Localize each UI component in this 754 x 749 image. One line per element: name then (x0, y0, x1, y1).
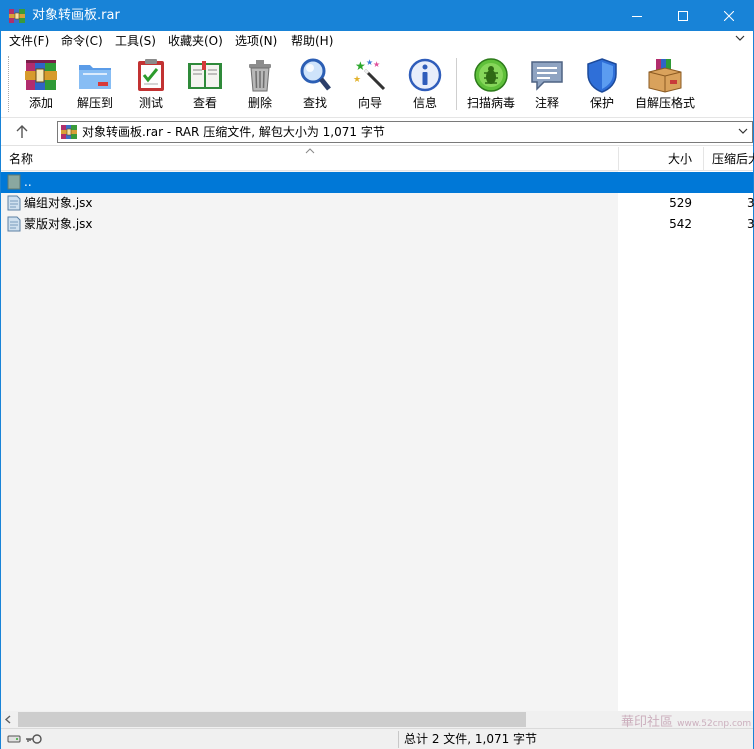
comment-label: 注释 (534, 96, 559, 110)
close-button[interactable] (706, 1, 752, 31)
svg-text:★: ★ (355, 59, 366, 73)
file-name: 蒙版对象.jsx (24, 217, 93, 231)
info-label: 信息 (412, 96, 437, 110)
menu-favorites[interactable]: 收藏夹(O) (168, 33, 223, 49)
info-button[interactable]: 信息 (403, 54, 447, 114)
file-packed-size: 3 (747, 217, 754, 231)
file-packed-size: 3 (747, 196, 754, 210)
comment-button[interactable]: 注释 (525, 54, 569, 114)
wizard-wand-icon: ★ ★ ★ ★ (353, 58, 386, 91)
magnifier-icon (300, 58, 331, 91)
shield-icon (587, 58, 617, 93)
status-summary: 总计 2 文件, 1,071 字节 (404, 732, 538, 746)
file-name: .. (24, 175, 32, 189)
column-header-size[interactable]: 大小 (618, 147, 692, 171)
menu-options[interactable]: 选项(N) (235, 33, 277, 49)
archive-path-combobox[interactable]: 对象转画板.rar - RAR 压缩文件, 解包大小为 1,071 字节 (57, 121, 753, 143)
extract-folder-icon (79, 65, 111, 89)
column-header-packed[interactable]: 压缩后大 (703, 147, 754, 171)
toolbar-separator (456, 58, 457, 110)
list-item-file[interactable]: 蒙版对象.jsx 542 3 (1, 214, 754, 235)
trash-icon (249, 60, 271, 92)
add-label: 添加 (28, 96, 53, 110)
wizard-label: 向导 (357, 96, 382, 110)
file-list-size-column-area (618, 171, 753, 711)
test-button[interactable]: 测试 (129, 54, 173, 114)
file-list: .. 编组对象.jsx 529 3 蒙版对象.jsx 542 3 (1, 171, 754, 711)
sort-ascending-icon (305, 148, 315, 154)
extract-to-button[interactable]: 解压到 (73, 54, 117, 114)
add-button[interactable]: 添加 (19, 54, 63, 114)
file-name: 编组对象.jsx (24, 196, 93, 210)
list-item-parent-folder[interactable]: .. (1, 172, 753, 193)
test-label: 测试 (138, 96, 163, 110)
svg-text:★: ★ (353, 75, 361, 85)
delete-label: 删除 (247, 96, 272, 110)
minimize-icon (632, 16, 642, 17)
find-button[interactable]: 查找 (293, 54, 337, 114)
menu-file[interactable]: 文件(F) (9, 33, 49, 49)
menu-bar: 文件(F) 命令(C) 工具(S) 收藏夹(O) 选项(N) 帮助(H) (1, 31, 753, 51)
drive-icon[interactable] (7, 733, 21, 745)
chevron-down-icon[interactable] (735, 34, 745, 42)
menu-commands[interactable]: 命令(C) (61, 33, 103, 49)
wizard-button[interactable]: ★ ★ ★ ★ 向导 (348, 54, 392, 114)
winrar-window: 对象转画板.rar 文件(F) 命令(C) 工具(S) 收藏夹(O) 选项(N)… (0, 0, 754, 749)
comment-icon (531, 61, 563, 91)
list-item-file[interactable]: 编组对象.jsx 529 3 (1, 193, 754, 214)
scroll-left-icon[interactable] (4, 715, 12, 724)
window-title: 对象转画板.rar (32, 8, 120, 23)
delete-button[interactable]: 删除 (238, 54, 282, 114)
scrollbar-thumb[interactable] (18, 712, 526, 727)
menu-tools[interactable]: 工具(S) (115, 33, 156, 49)
protect-button[interactable]: 保护 (580, 54, 624, 114)
view-book-icon (188, 61, 222, 89)
winrar-app-icon (9, 9, 25, 23)
svg-text:★: ★ (373, 60, 380, 69)
address-bar: 对象转画板.rar - RAR 压缩文件, 解包大小为 1,071 字节 (1, 118, 753, 146)
title-bar[interactable]: 对象转画板.rar (1, 1, 753, 31)
key-icon[interactable] (25, 732, 43, 746)
parent-folder-icon (7, 174, 21, 190)
file-size: 529 (669, 196, 692, 210)
status-bar: 总计 2 文件, 1,071 字节 華印社區 www.52cnp.com (1, 715, 753, 749)
extract-to-label: 解压到 (76, 96, 113, 110)
archive-path-text: 对象转画板.rar - RAR 压缩文件, 解包大小为 1,071 字节 (82, 125, 385, 139)
view-button[interactable]: 查看 (183, 54, 227, 114)
watermark-logo: 華印社區 www.52cnp.com (621, 715, 752, 730)
menu-help[interactable]: 帮助(H) (291, 33, 333, 49)
scan-virus-label: 扫描病毒 (466, 96, 515, 110)
rar-archive-icon (61, 125, 77, 139)
status-separator (398, 731, 399, 748)
add-archive-icon (25, 60, 57, 90)
up-arrow-icon[interactable] (13, 123, 31, 141)
close-icon (724, 11, 734, 21)
sfx-button[interactable]: 自解压格式 (633, 54, 697, 114)
sfx-label: 自解压格式 (634, 96, 695, 110)
test-clipboard-icon (138, 59, 164, 91)
file-size: 542 (669, 217, 692, 231)
toolbar-grip[interactable] (8, 56, 10, 112)
file-list-header: 名称 大小 压缩后大 (1, 147, 754, 171)
view-label: 查看 (192, 96, 217, 110)
minimize-button[interactable] (614, 1, 660, 31)
column-header-name[interactable]: 名称 (9, 147, 33, 171)
jsx-file-icon (7, 195, 21, 211)
protect-label: 保护 (589, 96, 614, 110)
find-label: 查找 (302, 96, 327, 110)
chevron-down-icon[interactable] (738, 127, 748, 135)
maximize-button[interactable] (660, 1, 706, 31)
maximize-icon (678, 11, 688, 21)
sfx-box-icon (648, 59, 682, 93)
toolbar: 添加 解压到 测试 查看 删除 查找 ★ ★ ★ ★ 向导 信息 扫描病毒 注释… (1, 52, 753, 118)
scan-virus-button[interactable]: 扫描病毒 (463, 54, 519, 114)
info-icon (408, 58, 442, 92)
virus-scan-icon (474, 58, 508, 92)
jsx-file-icon (7, 216, 21, 232)
